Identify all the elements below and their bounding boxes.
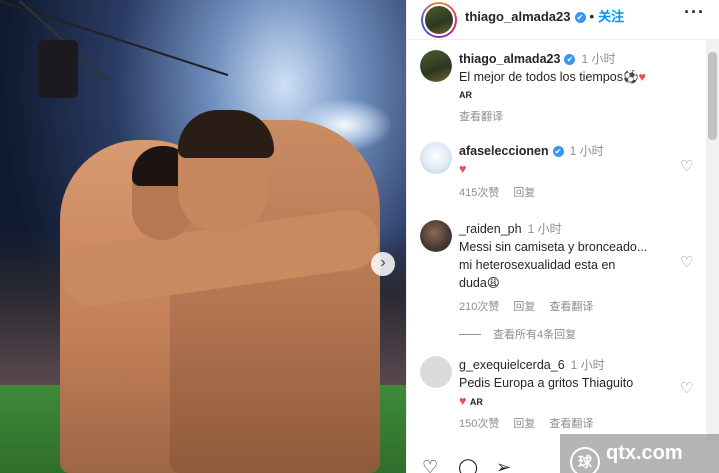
country-code: AR [459,90,472,100]
follow-button[interactable]: 关注 [598,9,624,24]
reply-button[interactable]: 回复 [513,187,535,199]
comment-likes[interactable]: 150次赞 [459,418,499,430]
comment-text-line: Messi sin camiseta y bronceado... [459,240,648,254]
post-photo[interactable]: › [0,0,406,473]
translate-link[interactable]: 查看翻译 [459,111,503,123]
comment-body: afaseleccionen ✔ 1 小时 ♥ 415次赞 回复 [459,142,696,202]
heart-emoji: ♥ [459,394,467,408]
comments-list: thiago_almada23 ✔ 1 小时 El mejor de todos l… [406,40,706,440]
comment-text-line: duda😩 [459,276,500,290]
author-username[interactable]: thiago_almada23 [465,9,571,24]
commenter-avatar[interactable] [420,220,452,252]
scrollbar-thumb[interactable] [708,52,717,140]
post-header: thiago_almada23 ✔ • 关注 ··· [407,0,719,40]
heart-icon[interactable]: ♡ [680,159,694,174]
caption-avatar[interactable] [420,50,452,82]
reply-button[interactable]: 回复 [513,418,535,430]
player-hair [178,110,274,158]
author-line: thiago_almada23 ✔ • 关注 [465,6,624,25]
like-icon[interactable]: ♡ [422,458,438,473]
separator-dot: • [589,9,595,24]
watermark-text: qtx.com [606,442,683,464]
commenter-avatar[interactable] [420,356,452,388]
site-watermark: 球 qtx.com [560,434,719,473]
author-avatar[interactable] [421,2,457,38]
comment-time[interactable]: 1 小时 [570,144,604,158]
verified-icon: ✔ [564,54,576,65]
camera-cable [0,0,229,77]
spider-camera [38,40,78,98]
replies-divider [459,334,481,335]
comment-text: ♥ [459,162,467,176]
comment-text-line: mi heterosexualidad esta en [459,258,616,272]
heart-icon[interactable]: ♡ [680,255,694,270]
comment-time[interactable]: 1 小时 [528,222,562,236]
view-replies-link[interactable]: 查看所有4条回复 [459,326,576,342]
caption-text: El mejor de todos los tiempos⚽ [459,70,639,84]
comment-time[interactable]: 1 小时 [571,358,605,372]
caption-body: thiago_almada23 ✔ 1 小时 El mejor de todos l… [459,50,696,126]
commenter-avatar[interactable] [420,142,452,174]
more-options-icon[interactable]: ··· [684,2,705,23]
share-icon[interactable]: ➢ [496,458,511,473]
comment-body: _raiden_ph 1 小时 Messi sin camiseta y bron… [459,220,696,316]
heart-emoji: ♥ [638,70,646,84]
commenter-username[interactable]: g_exequielcerda_6 [459,358,565,372]
comment-body: g_exequielcerda_6 1 小时 Pedis Europa a gri… [459,356,696,433]
comment-likes[interactable]: 210次赞 [459,301,499,313]
country-code: AR [469,397,483,407]
commenter-username[interactable]: _raiden_ph [459,222,522,236]
verified-icon: ✔ [552,146,564,157]
verified-icon: ✔ [574,12,586,23]
comment-icon[interactable]: ◯ [458,458,478,473]
caption-username[interactable]: thiago_almada23 [459,52,560,66]
watermark-logo: 球 [570,447,600,473]
comment-likes[interactable]: 415次赞 [459,187,499,199]
comments-scrollbar[interactable] [706,40,719,440]
commenter-username[interactable]: afaseleccionen [459,144,549,158]
comment-text: Pedis Europa a gritos Thiaguito [459,376,634,390]
view-replies-label[interactable]: 查看所有4条回复 [493,329,576,341]
next-image-button[interactable]: › [371,252,395,276]
translate-link[interactable]: 查看翻译 [549,418,593,430]
caption-time[interactable]: 1 小时 [581,52,615,66]
translate-link[interactable]: 查看翻译 [549,301,593,313]
reply-button[interactable]: 回复 [513,301,535,313]
heart-icon[interactable]: ♡ [680,381,694,396]
